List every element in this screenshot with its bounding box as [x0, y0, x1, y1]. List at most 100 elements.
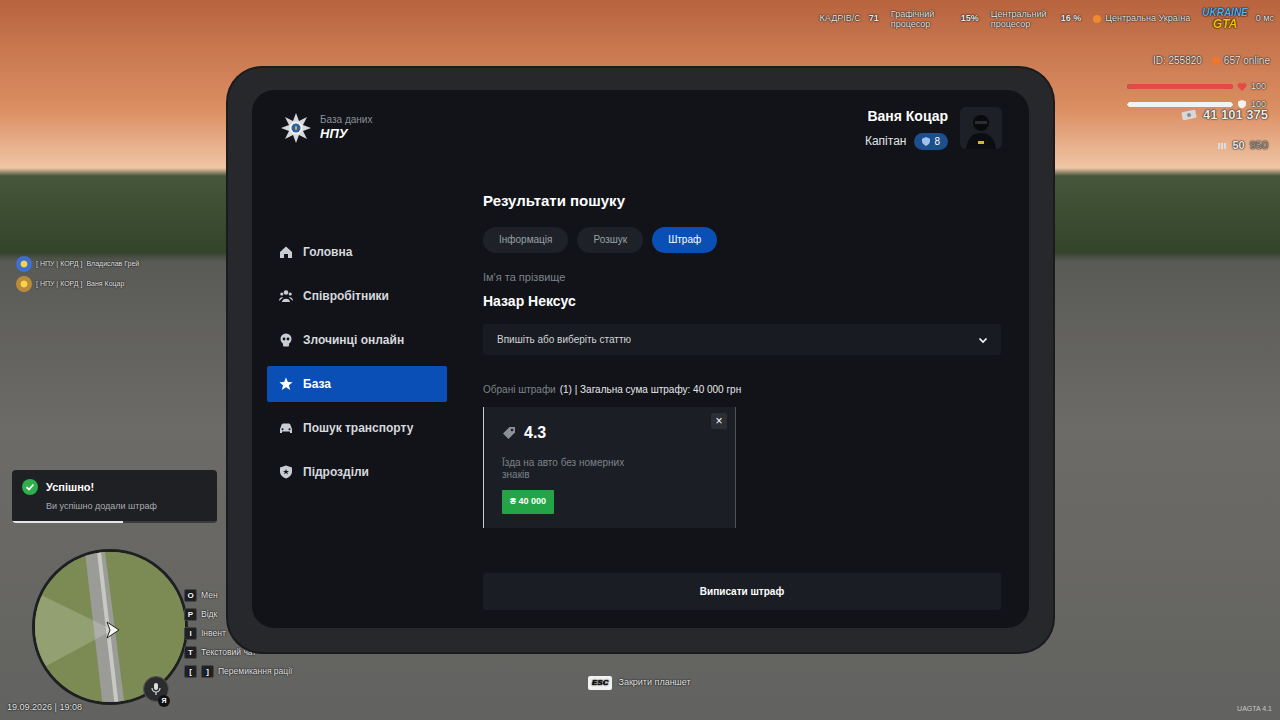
- server-info: ID: 255820 657 online: [1153, 53, 1270, 68]
- online-count: 657 online: [1212, 53, 1270, 68]
- user-profile: Ваня Коцар Капітан 8: [865, 106, 1002, 150]
- gpu-label: Графічний процесор: [891, 9, 953, 30]
- player-name: Владислав Грей: [86, 259, 139, 270]
- online-dot-icon: [1212, 57, 1220, 65]
- article-select[interactable]: [483, 324, 1001, 355]
- result-tabs: Інформація Розшук Штраф: [483, 227, 1001, 253]
- fines-list: 4.3Їзда на авто без номерних знаків₴ 40 …: [483, 407, 1001, 528]
- key-cap: O: [184, 589, 197, 602]
- close-label: Закрити планшет: [618, 676, 690, 690]
- user-name: Ваня Коцар: [867, 106, 948, 127]
- ammo-count: 50: [1232, 137, 1244, 154]
- key-cap: ]: [201, 665, 214, 678]
- player-row: [ НПУ | КОРД ] Ваня Коцар: [16, 276, 139, 292]
- hud-stats: КАДРІВ/С71 Графічний процесор 15% Центральн…: [820, 8, 1274, 30]
- toast-message: Ви успішно додали штраф: [46, 500, 157, 514]
- health-icon: [1237, 82, 1247, 92]
- fps-label: КАДРІВ/С: [820, 12, 861, 26]
- article-input[interactable]: [495, 331, 977, 348]
- user-rank-row: Капітан 8: [865, 132, 948, 150]
- police-tablet: База данихНПУ Ваня Коцар Капітан 8 Головна Сп…: [228, 68, 1053, 652]
- nearby-players: [ НПУ | КОРД ]Владислав Грей[ НПУ | КОРД…: [16, 256, 139, 292]
- gpu-stat: Графічний процесор 15%: [891, 9, 979, 30]
- toast-text: Успішно!Ви успішно додали штраф: [46, 479, 157, 513]
- shield-icon: [279, 465, 293, 479]
- home-icon: [279, 245, 293, 259]
- armor-bar: [1127, 102, 1233, 107]
- sidebar-label: Злочинці онлайн: [303, 331, 404, 349]
- result-tab[interactable]: Розшук: [577, 227, 643, 253]
- page-title: Результати пошуку: [483, 190, 1001, 213]
- fines-summary: Обрані штрафи(1) | Загальна сума штрафу:…: [483, 382, 1001, 397]
- esc-key: ESC: [588, 676, 612, 690]
- sidebar-label: База: [303, 375, 331, 393]
- sidebar-item[interactable]: Підрозділи: [267, 454, 447, 490]
- key-label: Відк: [201, 608, 217, 621]
- remove-fine-button[interactable]: ×: [711, 413, 727, 429]
- sidebar-label: Пошук транспорту: [303, 419, 413, 437]
- success-toast: Успішно!Ви успішно додали штраф: [12, 470, 217, 523]
- user-info: Ваня Коцар Капітан 8: [865, 106, 948, 150]
- cash-icon: [1181, 109, 1197, 121]
- key-hint: []Перемикання рації: [184, 665, 292, 678]
- player-badge-icon: [16, 256, 32, 272]
- gpu-value: 15%: [961, 12, 979, 26]
- key-cap: T: [184, 646, 197, 659]
- player-badge-icon: [16, 276, 32, 292]
- close-hint: ESC Закрити планшет: [588, 676, 691, 690]
- money-amount: 41 101 375: [1203, 105, 1268, 125]
- logo-mark: UKRAINEGTA: [1202, 8, 1248, 30]
- ammo-icon: [1217, 140, 1227, 150]
- result-tab[interactable]: Інформація: [483, 227, 568, 253]
- game-version: UAGTA 4.1: [1237, 704, 1272, 715]
- user-avatar: [960, 107, 1002, 149]
- brand-text: База данихНПУ: [320, 114, 372, 142]
- user-rank: Капітан: [865, 132, 907, 150]
- fps-stat: КАДРІВ/С71: [820, 12, 879, 26]
- sidebar-item[interactable]: Пошук транспорту: [267, 410, 447, 446]
- voice-key: Я: [158, 695, 170, 707]
- toast-progress-fill: [12, 521, 123, 523]
- car-icon: [279, 421, 293, 435]
- sidebar-label: Підрозділи: [303, 463, 369, 481]
- ammo: 50 950: [1217, 137, 1268, 154]
- health-reading: 100: [1251, 80, 1266, 94]
- player-tag: [ НПУ | КОРД ]: [36, 279, 82, 290]
- game-logo: UKRAINEGTA 0 мс: [1202, 8, 1274, 30]
- cpu-label: Центральний процесор: [991, 9, 1053, 30]
- sidebar-item[interactable]: Співробітники: [267, 278, 447, 314]
- fines-label: Обрані штрафи: [483, 382, 556, 397]
- brand-title: НПУ: [320, 126, 372, 142]
- key-cap: [: [184, 665, 197, 678]
- fine-head: 4.3: [502, 421, 546, 445]
- ammo-reserve: 950: [1250, 137, 1268, 154]
- player-name: Ваня Коцар: [86, 279, 124, 290]
- logo-line: UKRAINE: [1202, 8, 1248, 18]
- fine-article: 4.3: [524, 421, 546, 445]
- ping-value: 0 мс: [1256, 12, 1274, 26]
- people-icon: [279, 289, 293, 303]
- brand-subtitle: База даних: [320, 114, 372, 126]
- cpu-stat: Центральний процесор16 %: [991, 9, 1082, 30]
- sidebar-item[interactable]: База: [267, 366, 447, 402]
- player-id: ID: 255820: [1153, 53, 1202, 68]
- chevron-down-icon: [977, 334, 989, 346]
- server-label: Центральна Україна: [1105, 12, 1190, 26]
- tablet-body: Головна Співробітники Злочинці онлайн База П…: [252, 166, 1029, 628]
- sidebar-label: Співробітники: [303, 287, 389, 305]
- check-icon: [22, 479, 38, 495]
- sidebar-item[interactable]: Злочинці онлайн: [267, 322, 447, 358]
- player-row: [ НПУ | КОРД ]Владислав Грей: [16, 256, 139, 272]
- result-tab[interactable]: Штраф: [652, 227, 717, 253]
- logo-line: GTA: [1213, 18, 1237, 30]
- person-name: Назар Нексус: [483, 291, 1001, 312]
- tablet-header: База данихНПУ Ваня Коцар Капітан 8: [252, 90, 1029, 166]
- star-icon: [279, 377, 293, 391]
- sidebar-item[interactable]: Головна: [267, 234, 447, 270]
- key-cap: P: [184, 608, 197, 621]
- criminal-icon: [279, 333, 293, 347]
- search-results: Результати пошукуІнформаціяРозшукШтрафІм…: [483, 166, 1029, 628]
- rank-level: 8: [934, 134, 940, 149]
- issue-fine-button[interactable]: Виписати штраф: [483, 573, 1001, 610]
- vitals: 100100: [1127, 80, 1266, 111]
